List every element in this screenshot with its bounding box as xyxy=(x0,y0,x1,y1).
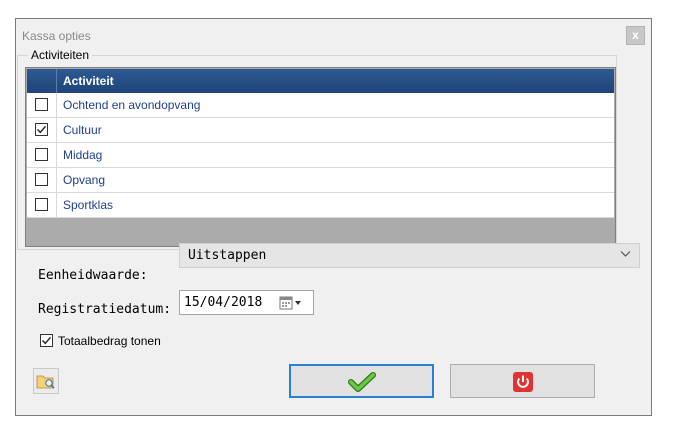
title-bar: Kassa opties x xyxy=(16,19,651,53)
header-select-column xyxy=(27,69,57,93)
table-row[interactable]: Opvang xyxy=(27,168,614,193)
show-total-checkbox[interactable] xyxy=(40,334,53,347)
checkmark-icon xyxy=(42,336,52,345)
chevron-down-icon xyxy=(620,251,631,257)
close-icon: x xyxy=(632,28,639,42)
checkbox-cell xyxy=(27,93,57,118)
registration-date-value: 15/04/2018 xyxy=(184,295,263,310)
grid-header: Activiteit xyxy=(27,69,614,93)
checkbox-cell xyxy=(27,143,57,168)
row-checkbox[interactable] xyxy=(35,123,48,136)
row-label: Opvang xyxy=(63,173,106,187)
unit-value-select[interactable]: Uitstappen xyxy=(179,243,640,268)
unit-value-label: Eenheidwaarde: xyxy=(38,268,148,283)
search-button[interactable] xyxy=(33,368,59,394)
calendar-dropdown-icon[interactable] xyxy=(279,296,305,310)
checkmark-icon xyxy=(348,372,376,392)
registration-date-label: Registratiedatum: xyxy=(38,302,172,317)
checkmark-icon xyxy=(37,125,47,134)
checkbox-cell xyxy=(27,118,57,143)
table-row[interactable]: Ochtend en avondopvang xyxy=(27,93,614,118)
table-row[interactable]: Cultuur xyxy=(27,118,614,143)
registration-date-picker[interactable]: 15/04/2018 xyxy=(179,290,314,315)
cancel-button[interactable] xyxy=(450,364,595,398)
row-checkbox[interactable] xyxy=(35,173,48,186)
row-label: Cultuur xyxy=(63,123,102,137)
checkbox-cell xyxy=(27,168,57,193)
row-label: Sportklas xyxy=(63,198,114,212)
row-checkbox[interactable] xyxy=(35,148,48,161)
column-header-activiteit[interactable]: Activiteit xyxy=(63,74,114,88)
ok-button[interactable] xyxy=(289,364,434,398)
row-label: Middag xyxy=(63,148,103,162)
folder-search-icon xyxy=(36,375,55,389)
row-checkbox[interactable] xyxy=(35,98,48,111)
activities-group-label: Activiteiten xyxy=(28,48,93,62)
close-button[interactable]: x xyxy=(626,26,645,45)
activities-grid: Activiteit Ochtend en avondopvang Cultuu… xyxy=(25,67,616,247)
row-label: Ochtend en avondopvang xyxy=(63,98,201,112)
power-icon xyxy=(513,372,533,392)
row-checkbox[interactable] xyxy=(35,198,48,211)
table-row[interactable]: Sportklas xyxy=(27,193,614,218)
checkbox-cell xyxy=(27,193,57,218)
unit-value-selected: Uitstappen xyxy=(188,248,267,263)
show-total-label: Totaalbedrag tonen xyxy=(58,334,161,348)
dialog-title: Kassa opties xyxy=(22,29,91,43)
table-row[interactable]: Middag xyxy=(27,143,614,168)
